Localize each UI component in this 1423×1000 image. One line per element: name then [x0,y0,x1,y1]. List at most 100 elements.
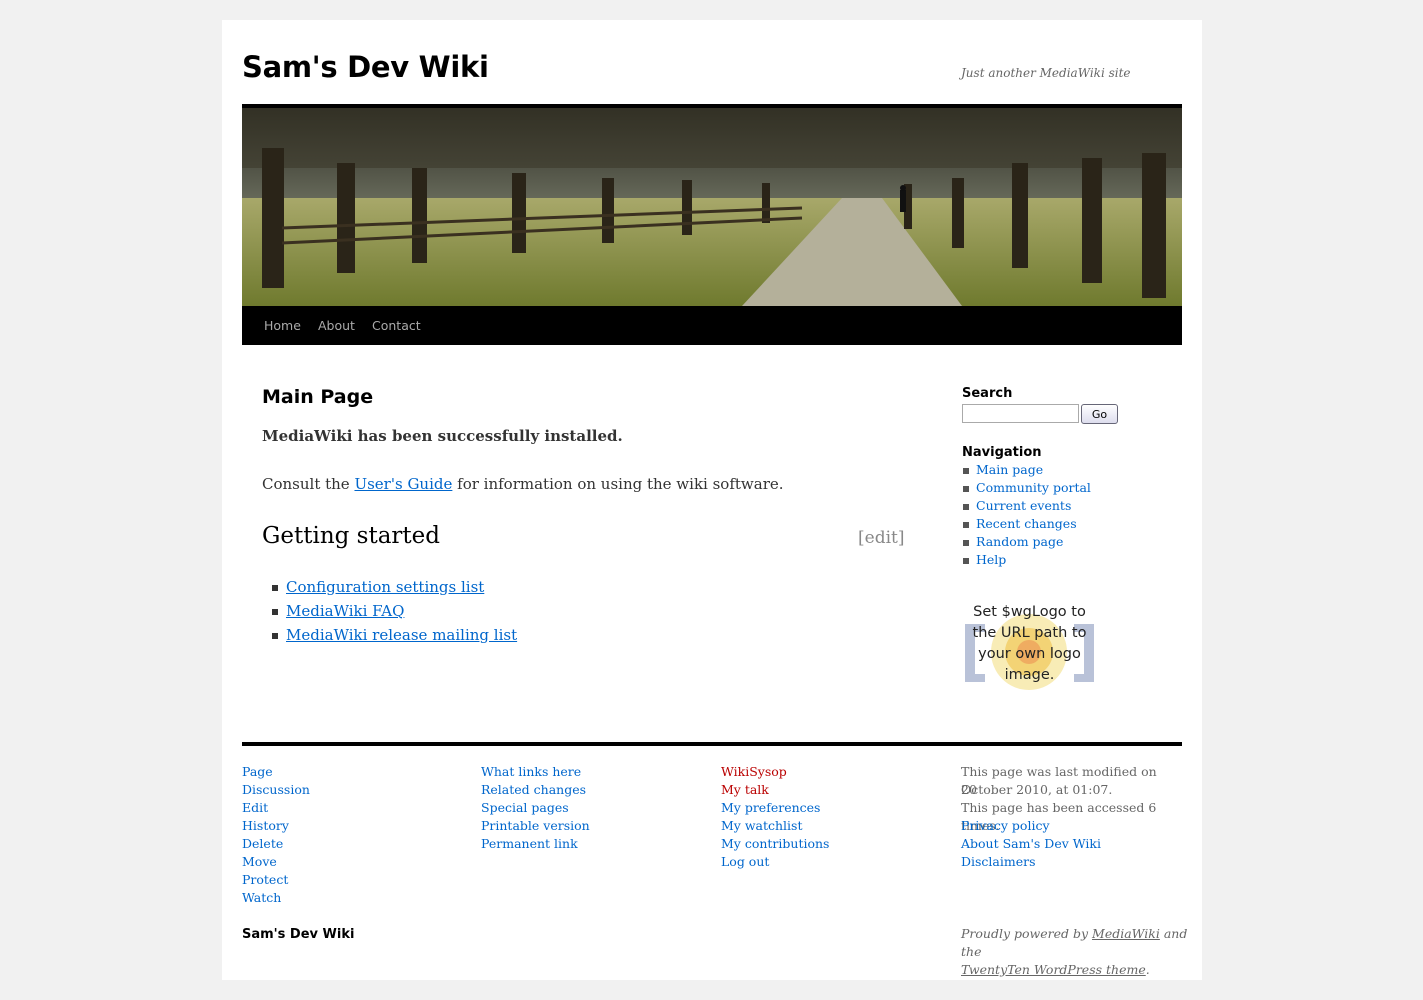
list-item: My preferences [721,799,936,817]
getting-started-list: Configuration settings list MediaWiki FA… [271,578,517,650]
site-title[interactable]: Sam's Dev Wiki [242,50,489,84]
navigation-list: Main page Community portal Current event… [963,462,1091,570]
installed-message: MediaWiki has been successfully installe… [262,427,623,445]
powered-by: Proudly powered by MediaWiki and the Twen… [961,925,1191,979]
list-item: Move [242,853,457,871]
footer-watch-link[interactable]: Watch [242,890,281,905]
list-item: Privacy policy [961,817,1176,835]
powered-prefix: Proudly powered by [961,926,1093,941]
nav-random-page[interactable]: Random page [976,534,1063,549]
footer-edit-link[interactable]: Edit [242,800,268,815]
powered-suffix: . [1145,962,1150,977]
wiki-logo[interactable]: Set $wgLogo to the URL path to your own … [962,602,1097,710]
list-item: Log out [721,853,936,871]
permanent-link[interactable]: Permanent link [481,836,578,851]
nav-item: Help [963,552,1091,570]
list-item: Edit [242,799,457,817]
list-item: Delete [242,835,457,853]
footer-personal-tools: WikiSysop My talk My preferences My watc… [721,763,936,871]
nav-item: Community portal [963,480,1091,498]
list-item: My contributions [721,835,936,853]
view-count-text: This page has been accessed 6 times. [961,800,1157,833]
edit-section-link[interactable]: edit [865,528,898,548]
list-item: Watch [242,889,457,907]
twentyten-theme-link[interactable]: TwentyTen WordPress theme [961,962,1146,977]
list-item: Related changes [481,781,696,799]
footer-page-link[interactable]: Page [242,764,273,779]
nav-recent-changes[interactable]: Recent changes [976,516,1077,531]
nav-main-page[interactable]: Main page [976,462,1043,477]
search-input[interactable] [962,404,1079,423]
privacy-policy-link[interactable]: Privacy policy [961,818,1050,833]
list-item: Discussion [242,781,457,799]
what-links-here-link[interactable]: What links here [481,764,581,779]
consult-paragraph: Consult the User's Guide for information… [262,475,784,493]
last-modified-text-cont: October 2010, at 01:07. [961,782,1113,797]
special-pages-link[interactable]: Special pages [481,800,569,815]
list-item: Special pages [481,799,696,817]
footer-divider [242,742,1182,746]
footer-site-title[interactable]: Sam's Dev Wiki [242,927,354,942]
search-label: Search [962,386,1013,401]
header-image [242,104,1182,310]
list-item: MediaWiki FAQ [271,602,517,626]
user-page-link[interactable]: WikiSysop [721,764,787,779]
about-link[interactable]: About Sam's Dev Wiki [961,836,1101,851]
footer-page-actions: Page Discussion Edit History Delete Move… [242,763,457,907]
printable-version-link[interactable]: Printable version [481,818,590,833]
page-wrapper: Sam's Dev Wiki Just another MediaWiki si… [222,20,1202,980]
nav-current-events[interactable]: Current events [976,498,1071,513]
nav-item: Random page [963,534,1091,552]
menu-item-home[interactable]: Home [264,318,301,333]
go-button[interactable]: Go [1081,404,1118,424]
list-item: My watchlist [721,817,936,835]
list-item: MediaWiki release mailing list [271,626,517,650]
nav-community-portal[interactable]: Community portal [976,480,1091,495]
list-item: My talk [721,781,936,799]
users-guide-link[interactable]: User's Guide [354,475,452,493]
list-item: About Sam's Dev Wiki [961,835,1176,853]
mediawiki-faq-link[interactable]: MediaWiki FAQ [286,602,404,620]
list-item: Protect [242,871,457,889]
nav-item: Recent changes [963,516,1091,534]
configuration-settings-link[interactable]: Configuration settings list [286,578,484,596]
last-modified-text: This page was last modified on 20 [961,764,1157,797]
list-item: Page [242,763,457,781]
footer-history-link[interactable]: History [242,818,289,833]
edit-bracket-open: [ [858,528,865,548]
mailing-list-link[interactable]: MediaWiki release mailing list [286,626,517,644]
consult-prefix: Consult the [262,475,355,493]
main-menu: Home About Contact [242,306,1182,345]
my-contributions-link[interactable]: My contributions [721,836,829,851]
nav-item: Main page [963,462,1091,480]
section-heading: Getting started [262,523,441,549]
list-item: History [242,817,457,835]
disclaimers-link[interactable]: Disclaimers [961,854,1036,869]
list-item: Permanent link [481,835,696,853]
footer-protect-link[interactable]: Protect [242,872,288,887]
edit-bracket-close: ] [897,528,905,548]
site-description: Just another MediaWiki site [961,66,1131,80]
list-item: Disclaimers [961,853,1176,871]
footer-toolbox: What links here Related changes Special … [481,763,696,853]
footer-delete-link[interactable]: Delete [242,836,283,851]
list-item: What links here [481,763,696,781]
menu-item-about[interactable]: About [318,318,355,333]
related-changes-link[interactable]: Related changes [481,782,586,797]
footer-discussion-link[interactable]: Discussion [242,782,310,797]
footer-info: This page was last modified on 20 Octobe… [961,763,1176,871]
consult-suffix: for information on using the wiki softwa… [452,475,784,493]
edit-section: [edit] [858,528,905,548]
footer-move-link[interactable]: Move [242,854,277,869]
log-out-link[interactable]: Log out [721,854,769,869]
my-preferences-link[interactable]: My preferences [721,800,820,815]
logo-text: Set $wgLogo to the URL path to your own … [972,604,1087,683]
menu-item-contact[interactable]: Contact [372,318,421,333]
my-watchlist-link[interactable]: My watchlist [721,818,803,833]
my-talk-link[interactable]: My talk [721,782,769,797]
mediawiki-link[interactable]: MediaWiki [1092,926,1160,941]
nav-help[interactable]: Help [976,552,1006,567]
list-item: Configuration settings list [271,578,517,602]
nav-item: Current events [963,498,1091,516]
navigation-label: Navigation [962,445,1042,460]
